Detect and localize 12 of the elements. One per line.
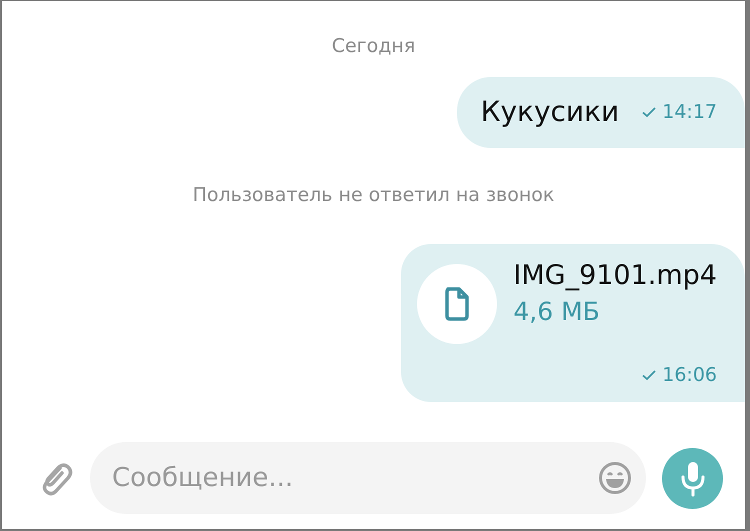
file-name: IMG_9101.mp4	[513, 260, 717, 291]
emoji-icon[interactable]	[598, 461, 632, 495]
message-time: 14:17	[662, 100, 717, 122]
system-message: Пользователь не ответил на звонок	[192, 184, 554, 206]
microphone-icon	[678, 459, 706, 497]
message-input[interactable]: Сообщение...	[90, 442, 646, 514]
check-icon	[641, 369, 658, 381]
date-separator: Сегодня	[332, 35, 416, 57]
message-time: 16:06	[662, 364, 717, 386]
message-text: Кукусики	[480, 95, 620, 128]
file-size: 4,6 МБ	[513, 297, 601, 326]
check-icon	[641, 106, 658, 118]
